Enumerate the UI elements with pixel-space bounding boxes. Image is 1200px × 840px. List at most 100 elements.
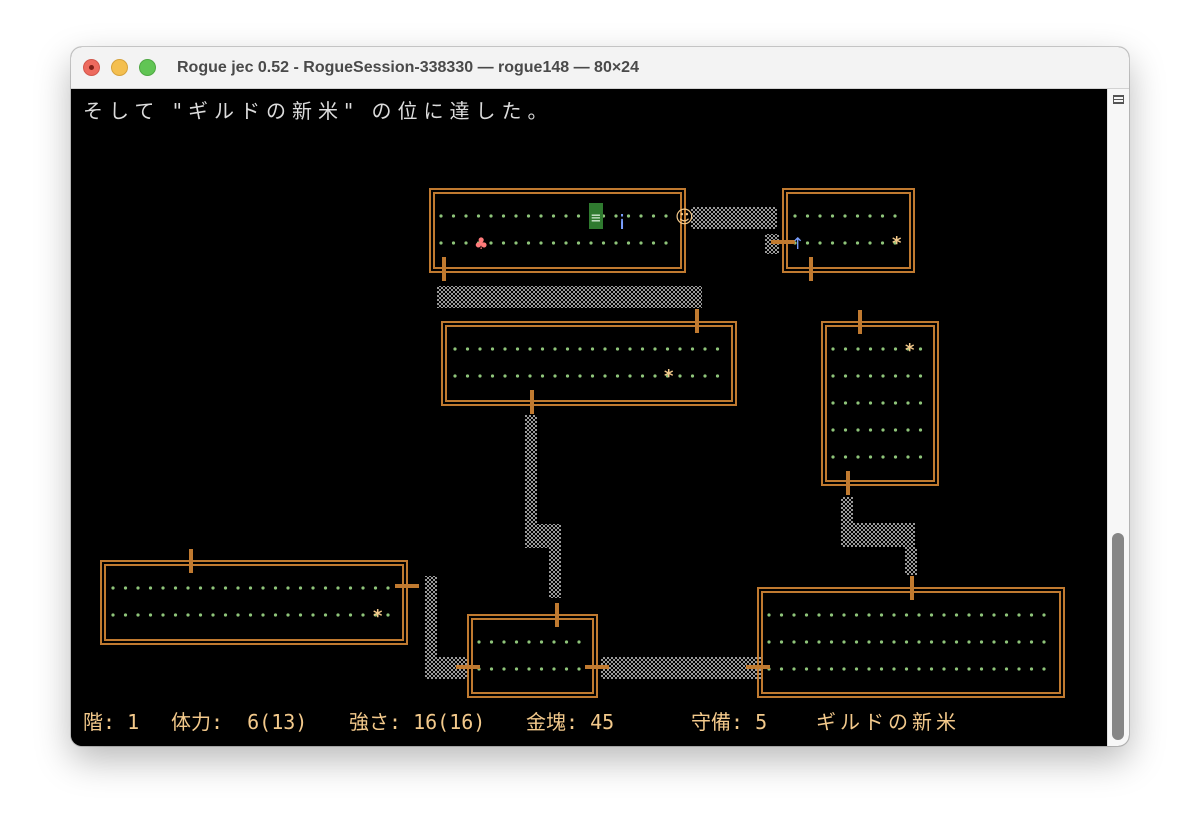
floor-tile (831, 401, 835, 405)
floor-tile (148, 613, 153, 617)
floor-tile (1017, 667, 1021, 671)
floor-tile (273, 613, 278, 617)
floor-tile (856, 428, 860, 432)
floor-tile (211, 586, 215, 590)
floor-tile (514, 241, 518, 245)
floor-tile (361, 586, 365, 590)
floor-tile (552, 667, 556, 671)
door (189, 549, 193, 573)
door (695, 309, 699, 333)
floor-tile (979, 613, 984, 617)
floor-tile (577, 640, 581, 644)
floor-tile (565, 374, 570, 378)
floor-tile (918, 401, 923, 405)
floor-tile (868, 428, 873, 432)
floor-tile (842, 613, 846, 617)
floor-tile (929, 667, 934, 671)
floor-tile (881, 428, 885, 432)
floor-tile (779, 613, 784, 617)
floor-tile (831, 455, 835, 459)
floor-tile (715, 374, 720, 378)
floor-tile (236, 586, 240, 590)
floor-tile (628, 374, 632, 378)
floor-tile (855, 214, 860, 218)
floor-tile (248, 586, 253, 590)
floor-tile (967, 667, 971, 671)
floor-tile (917, 667, 921, 671)
floor-tile (954, 640, 959, 644)
door (910, 576, 914, 600)
floor-tile (223, 613, 228, 617)
floor-tile (489, 667, 494, 671)
floor-tile (992, 667, 996, 671)
weapon-icon: ↑ (791, 234, 804, 253)
floor-tile (893, 214, 897, 218)
minimize-button[interactable] (111, 59, 128, 76)
floor-tile (664, 214, 668, 218)
floor-tile (843, 401, 848, 405)
floor-tile (854, 613, 859, 617)
door (809, 257, 813, 281)
title-bar[interactable]: Rogue jec 0.52 - RogueSession-338330 — r… (71, 47, 1129, 89)
floor-tile (173, 586, 178, 590)
floor-tile (703, 374, 707, 378)
floor-tile (1042, 613, 1046, 617)
floor-tile (804, 640, 809, 644)
floor-tile (918, 347, 923, 351)
floor-tile (161, 586, 165, 590)
room-wall (786, 192, 911, 269)
floor-tile (539, 241, 543, 245)
floor-tile (868, 241, 872, 245)
floor-tile (868, 347, 873, 351)
floor-tile (881, 455, 885, 459)
floor-tile (603, 347, 607, 351)
floor-tile (626, 241, 631, 245)
floor-tile (879, 613, 884, 617)
floor-tile (856, 374, 860, 378)
floor-tile (298, 613, 303, 617)
floor-tile (831, 347, 835, 351)
floor-tile (311, 586, 315, 590)
floor-tile (489, 241, 493, 245)
floor-tile (464, 241, 468, 245)
scrollbar-thumb[interactable] (1112, 533, 1124, 740)
floor-tile (843, 428, 848, 432)
floor-tile (478, 374, 482, 378)
floor-tile (348, 586, 353, 590)
room-wall (471, 618, 594, 694)
floor-tile (967, 613, 971, 617)
scrollbar-menu-icon[interactable] (1113, 95, 1124, 104)
potion-icon: ¡ (616, 206, 628, 230)
terminal-screen[interactable]: そして "ギルドの新米" の位に達した。 ≡ ¡ ☺ ♣ ↑ * * * * 階: 1 体力: … (71, 89, 1107, 746)
floor-tile (527, 667, 531, 671)
corridor (437, 286, 702, 308)
floor-tile (373, 586, 378, 590)
floor-tile (868, 455, 873, 459)
corridor (425, 576, 437, 666)
dungeon-map: ≡ ¡ ☺ ♣ ↑ * * * * (100, 188, 1065, 698)
floor-tile (767, 640, 771, 644)
corridor (525, 524, 561, 548)
floor-tile (906, 401, 910, 405)
floor-tile (148, 586, 153, 590)
floor-tile (478, 347, 482, 351)
floor-tile (715, 347, 720, 351)
scrollbar[interactable] (1107, 89, 1129, 746)
status-rank: ギルドの新米 (816, 710, 960, 734)
floor-tile (578, 374, 582, 378)
zoom-button[interactable] (139, 59, 156, 76)
floor-tile (615, 374, 620, 378)
floor-tile (1029, 667, 1034, 671)
floor-tile (615, 347, 620, 351)
floor-tile (856, 347, 860, 351)
close-button[interactable] (83, 59, 100, 76)
floor-tile (1042, 667, 1046, 671)
floor-tile (261, 613, 265, 617)
floor-tile (464, 214, 468, 218)
floor-tile (856, 401, 860, 405)
floor-tile (539, 214, 543, 218)
stairs-glyph: ≡ (591, 208, 601, 227)
floor-tile (539, 667, 544, 671)
floor-tile (979, 640, 984, 644)
floor-tile (311, 613, 315, 617)
